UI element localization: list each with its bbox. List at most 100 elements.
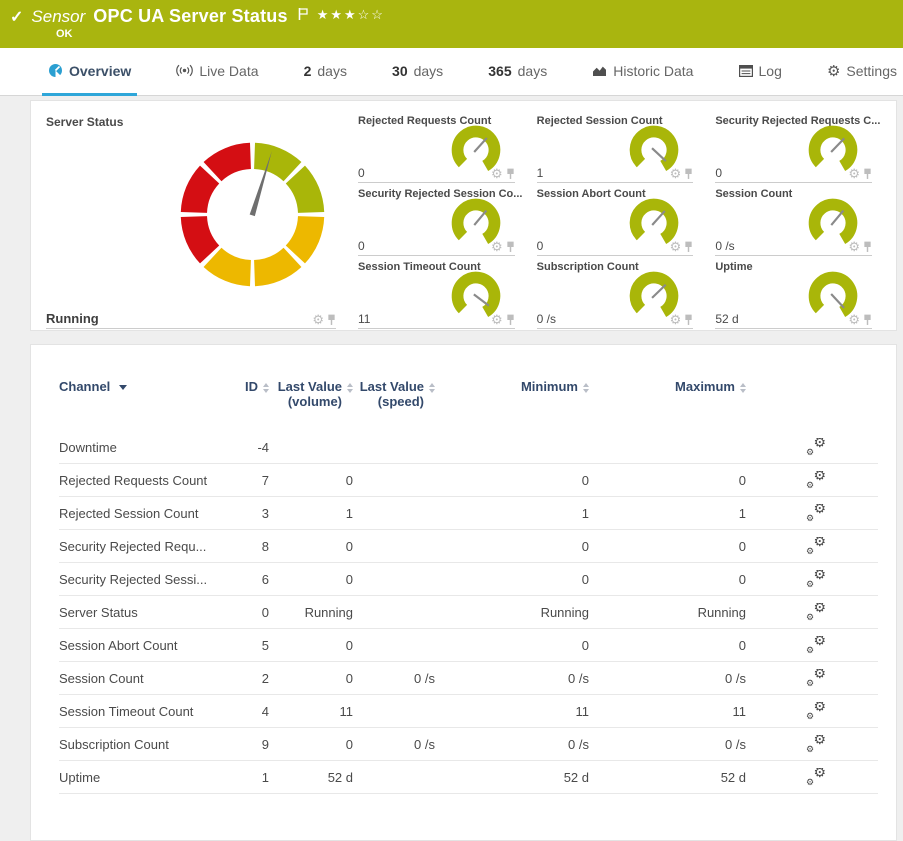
channel-id: 4 — [219, 704, 269, 719]
gauge-needle — [831, 294, 844, 308]
gauge-cell-uptime: Uptime 52 d ⚙ — [715, 261, 882, 331]
priority-stars[interactable]: ★★★☆☆ — [317, 7, 385, 23]
column-header-maximum-label: Maximum — [675, 379, 735, 394]
minimum-value: 0 — [435, 638, 589, 653]
gear-icon[interactable]: ⚙ — [491, 240, 503, 253]
tab-2-days-label: days — [317, 63, 347, 79]
pin-icon[interactable] — [684, 314, 693, 326]
column-header-last-value-volume[interactable]: Last Value (volume) — [269, 379, 353, 409]
channel-name: Downtime — [59, 440, 219, 455]
channel-name: Session Timeout Count — [59, 704, 219, 719]
maximum-value: 0 — [589, 572, 746, 587]
tab-historic-data[interactable]: Historic Data — [586, 48, 699, 96]
gear-icon[interactable]: ⚙ — [670, 313, 682, 326]
gear-icon[interactable]: ⚙ — [670, 167, 682, 180]
tab-bar: Overview Live Data 2 days 30 days 365 da… — [0, 48, 903, 96]
table-row: Security Rejected Requ... 8 0 0 0 ⚙⚙ — [59, 530, 878, 563]
channel-settings-icon[interactable]: ⚙⚙ — [806, 570, 826, 586]
gear-icon[interactable]: ⚙ — [312, 313, 324, 326]
column-header-minimum-label: Minimum — [521, 379, 578, 394]
tab-settings[interactable]: ⚙ Settings — [821, 48, 903, 96]
gauge-needle — [831, 138, 844, 152]
historic-data-icon — [592, 65, 607, 77]
column-header-last-value-speed[interactable]: Last Value (speed) — [353, 379, 435, 409]
channel-settings-icon[interactable]: ⚙⚙ — [806, 537, 826, 553]
last-value-volume: 0 — [269, 737, 353, 752]
tab-2-days[interactable]: 2 days — [298, 48, 353, 96]
table-row: Uptime 1 52 d 52 d 52 d ⚙⚙ — [59, 761, 878, 794]
channel-name: Subscription Count — [59, 737, 219, 752]
minimum-value: 0 — [435, 539, 589, 554]
gauge-cell-security-rejected-requests: Security Rejected Requests C... 0 ⚙ — [715, 115, 882, 185]
pin-icon[interactable] — [506, 314, 515, 326]
channel-id: 8 — [219, 539, 269, 554]
channel-settings-icon[interactable]: ⚙⚙ — [806, 603, 826, 619]
gauge-value: 52 d — [715, 312, 738, 326]
overview-gauge-icon — [48, 63, 63, 78]
table-row: Security Rejected Sessi... 6 0 0 0 ⚙⚙ — [59, 563, 878, 596]
channel-settings-icon[interactable]: ⚙⚙ — [806, 702, 826, 718]
column-header-maximum[interactable]: Maximum — [589, 379, 746, 394]
gauge-needle — [652, 148, 666, 161]
channel-settings-icon[interactable]: ⚙⚙ — [806, 669, 826, 685]
gear-icon[interactable]: ⚙ — [670, 240, 682, 253]
main-gauge-cell: Server Status Running ⚙ — [46, 115, 346, 331]
gauge-needle — [652, 285, 666, 298]
tab-log[interactable]: Log — [733, 48, 788, 96]
channel-settings-icon[interactable]: ⚙⚙ — [806, 471, 826, 487]
server-status-gauge — [165, 127, 340, 302]
gauge-cell-subscription-count: Subscription Count 0 /s ⚙ — [537, 261, 704, 331]
channel-id: 3 — [219, 506, 269, 521]
minimum-value: 0 — [435, 572, 589, 587]
tab-settings-label: Settings — [846, 63, 897, 79]
tab-2-days-number: 2 — [304, 63, 312, 79]
gear-icon[interactable]: ⚙ — [848, 167, 860, 180]
flag-icon — [298, 7, 309, 21]
channel-settings-icon[interactable]: ⚙⚙ — [806, 636, 826, 652]
log-list-icon — [739, 65, 753, 77]
pin-icon[interactable] — [863, 314, 872, 326]
column-header-channel-label: Channel — [59, 379, 110, 394]
gauge-value: 0 — [537, 239, 544, 253]
last-value-volume: 0 — [269, 638, 353, 653]
gauge-cell-rejected-requests-count: Rejected Requests Count 0 ⚙ — [358, 115, 525, 185]
gear-icon[interactable]: ⚙ — [848, 313, 860, 326]
minimum-value: 0 /s — [435, 671, 589, 686]
tab-30-days[interactable]: 30 days — [386, 48, 449, 96]
pin-icon[interactable] — [506, 168, 515, 180]
pin-icon[interactable] — [684, 168, 693, 180]
column-header-minimum[interactable]: Minimum — [435, 379, 589, 394]
gear-icon[interactable]: ⚙ — [491, 167, 503, 180]
column-header-id[interactable]: ID — [219, 379, 269, 394]
gauge-needle — [831, 211, 843, 225]
last-value-volume: 0 — [269, 572, 353, 587]
channel-settings-icon[interactable]: ⚙⚙ — [806, 438, 826, 454]
pin-icon[interactable] — [327, 314, 336, 326]
pin-icon[interactable] — [863, 241, 872, 253]
channel-id: 7 — [219, 473, 269, 488]
gauge-value: 0 — [358, 239, 365, 253]
gauge-value: 0 — [358, 166, 365, 180]
tab-live-data[interactable]: Live Data — [170, 48, 264, 96]
channel-name: Server Status — [59, 605, 219, 620]
table-row: Session Timeout Count 4 11 11 11 ⚙⚙ — [59, 695, 878, 728]
channel-id: 9 — [219, 737, 269, 752]
channel-settings-icon[interactable]: ⚙⚙ — [806, 768, 826, 784]
pin-icon[interactable] — [506, 241, 515, 253]
column-header-channel[interactable]: Channel — [59, 379, 219, 394]
pin-icon[interactable] — [863, 168, 872, 180]
gauge-needle — [473, 294, 488, 305]
channel-id: -4 — [219, 440, 269, 455]
channel-settings-icon[interactable]: ⚙⚙ — [806, 504, 826, 520]
last-value-volume: 1 — [269, 506, 353, 521]
tab-365-days-number: 365 — [488, 63, 511, 79]
gear-icon[interactable]: ⚙ — [848, 240, 860, 253]
channel-name: Security Rejected Requ... — [59, 539, 219, 554]
tab-365-days[interactable]: 365 days — [482, 48, 553, 96]
gear-icon[interactable]: ⚙ — [491, 313, 503, 326]
gauge-value: 0 /s — [715, 239, 734, 253]
sensor-header: ✓ Sensor OPC UA Server Status ★★★☆☆ OK — [0, 0, 903, 48]
channel-settings-icon[interactable]: ⚙⚙ — [806, 735, 826, 751]
pin-icon[interactable] — [684, 241, 693, 253]
tab-overview[interactable]: Overview — [42, 48, 137, 96]
